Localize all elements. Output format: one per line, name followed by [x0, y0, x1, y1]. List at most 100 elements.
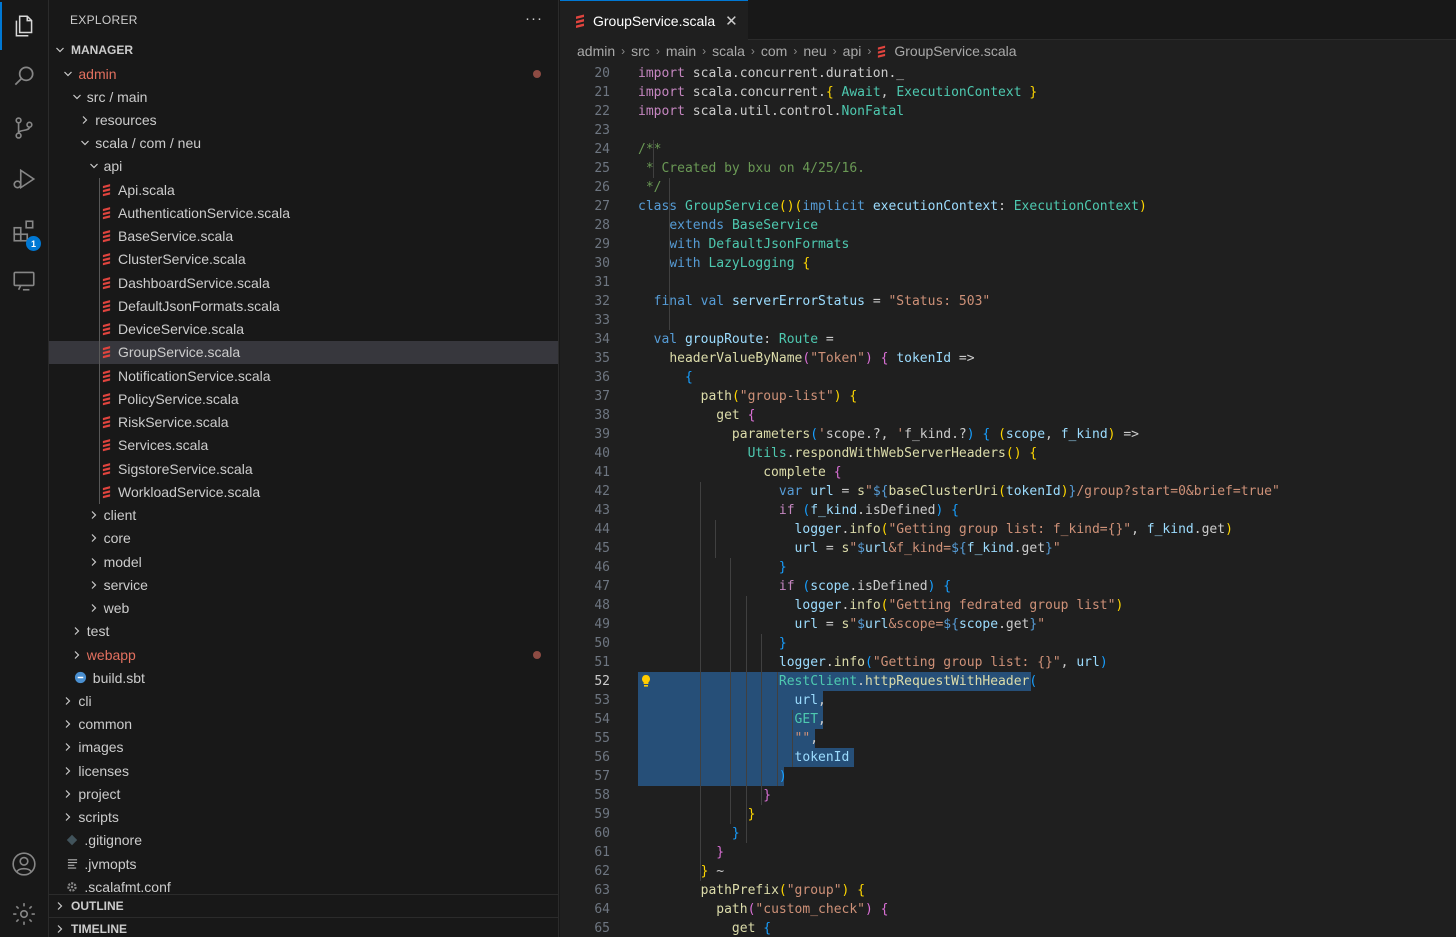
- code-text: }: [778, 560, 787, 575]
- code-editor[interactable]: 20 import scala.concurrent.duration._ 21 im…: [560, 64, 1456, 937]
- code-line: 28 extends BaseService: [560, 216, 1456, 235]
- file-baseservice-scala[interactable]: BaseService.scala: [49, 225, 558, 248]
- folder-api[interactable]: api: [49, 155, 558, 178]
- git-file-icon: [65, 834, 79, 846]
- folder-web[interactable]: web: [49, 597, 558, 620]
- file-policyservice-scala[interactable]: PolicyService.scala: [49, 387, 558, 410]
- folder-client[interactable]: client: [49, 504, 558, 527]
- code-text: */: [638, 180, 662, 195]
- file-authenticationservice-scala[interactable]: AuthenticationService.scala: [49, 201, 558, 224]
- config-file-icon: [65, 881, 79, 893]
- account-icon[interactable]: [0, 840, 48, 888]
- file-dashboardservice-scala[interactable]: DashboardService.scala: [49, 271, 558, 294]
- manage-gear-icon[interactable]: [0, 890, 48, 937]
- scala-file-icon: [99, 392, 113, 406]
- run-debug-icon[interactable]: [0, 155, 48, 203]
- activity-bar: 1: [0, 0, 49, 937]
- file-defaultjsonformats-scala[interactable]: DefaultJsonFormats.scala: [49, 294, 558, 317]
- folder-scripts[interactable]: scripts: [49, 806, 558, 829]
- indent-guide: [776, 672, 778, 786]
- folder-model[interactable]: model: [49, 550, 558, 573]
- code-line: 38 get {: [560, 406, 1456, 425]
- breadcrumb-item[interactable]: com: [761, 43, 787, 59]
- code-line: 37 path("group-list") {: [560, 387, 1456, 406]
- breadcrumb-item[interactable]: neu: [803, 43, 826, 59]
- file-riskservice-scala[interactable]: RiskService.scala: [49, 411, 558, 434]
- folder-cli[interactable]: cli: [49, 689, 558, 712]
- code-line: 63 pathPrefix("group") {: [560, 881, 1456, 900]
- extensions-icon[interactable]: 1: [0, 207, 48, 255]
- folder-admin[interactable]: admin: [49, 62, 558, 85]
- code-line: 45 url = s"$url&f_kind=${f_kind.get}": [560, 539, 1456, 558]
- file-deviceservice-scala[interactable]: DeviceService.scala: [49, 318, 558, 341]
- folder-service[interactable]: service: [49, 573, 558, 596]
- code-text: path("custom_check") {: [716, 902, 889, 917]
- line-number: 31: [594, 275, 610, 290]
- code-text: logger.info("Getting group list: {}", ur…: [778, 655, 1108, 670]
- tab-bar: GroupService.scala ✕: [560, 0, 1456, 40]
- chevron-right-icon: ›: [702, 44, 707, 58]
- source-control-icon[interactable]: [0, 104, 48, 152]
- code-text: complete {: [763, 465, 842, 480]
- indent-guide: [745, 596, 747, 843]
- tree-item-label: cli: [78, 692, 92, 709]
- chevron-down-icon: [53, 45, 67, 55]
- line-number: 27: [594, 199, 610, 214]
- lightbulb-icon[interactable]: [640, 674, 652, 688]
- chevron-right-icon: [70, 650, 84, 660]
- outline-section[interactable]: OUTLINE: [49, 894, 558, 916]
- file-workloadservice-scala[interactable]: WorkloadService.scala: [49, 480, 558, 503]
- code-line: 58 }: [560, 786, 1456, 805]
- tree-item-label: resources: [95, 111, 157, 128]
- explorer-root-section[interactable]: MANAGER: [49, 39, 558, 61]
- remote-explorer-icon[interactable]: [0, 256, 48, 304]
- search-icon[interactable]: [0, 52, 48, 100]
- line-number: 23: [594, 123, 610, 138]
- timeline-section[interactable]: TIMELINE: [49, 917, 558, 937]
- line-number: 59: [594, 807, 610, 822]
- folder-resources[interactable]: resources: [49, 108, 558, 131]
- code-line: 29 with DefaultJsonFormats: [560, 235, 1456, 254]
- breadcrumb-item[interactable]: src: [631, 43, 650, 59]
- line-number: 47: [594, 579, 610, 594]
- folder-project[interactable]: project: [49, 782, 558, 805]
- explorer-icon[interactable]: [0, 2, 48, 50]
- folder-common[interactable]: common: [49, 713, 558, 736]
- folder-webapp[interactable]: webapp: [49, 643, 558, 666]
- breadcrumb-item[interactable]: main: [666, 43, 696, 59]
- file-groupservice-scala[interactable]: GroupService.scala: [49, 340, 558, 364]
- tree-item-label: SigstoreService.scala: [118, 460, 253, 477]
- breadcrumb-item[interactable]: scala: [712, 43, 745, 59]
- close-icon[interactable]: ✕: [725, 12, 738, 30]
- folder-core[interactable]: core: [49, 527, 558, 550]
- tree-item-label: RiskService.scala: [118, 414, 229, 431]
- breadcrumb-item[interactable]: GroupService.scala: [894, 43, 1016, 59]
- code-line: 56 tokenId: [560, 748, 1456, 767]
- code-line: 42 var url = s"${baseClusterUri(tokenId)…: [560, 482, 1456, 501]
- folder-images[interactable]: images: [49, 736, 558, 759]
- file-build-sbt[interactable]: build.sbt: [49, 666, 558, 689]
- code-line: 59 }: [560, 805, 1456, 824]
- code-line: 61 }: [560, 843, 1456, 862]
- file-jvmopts[interactable]: .jvmopts: [49, 852, 558, 875]
- breadcrumb-item[interactable]: admin: [577, 43, 615, 59]
- folder-scala-com-neu[interactable]: scala / com / neu: [49, 132, 558, 155]
- line-number: 62: [594, 864, 610, 879]
- folder-test[interactable]: test: [49, 620, 558, 643]
- more-actions-icon[interactable]: ···: [525, 10, 543, 27]
- file-services-scala[interactable]: Services.scala: [49, 434, 558, 457]
- breadcrumb-item[interactable]: api: [843, 43, 862, 59]
- folder-licenses[interactable]: licenses: [49, 759, 558, 782]
- tree-item-label: project: [78, 785, 121, 802]
- folder-src-main[interactable]: src / main: [49, 85, 558, 108]
- file-clusterservice-scala[interactable]: ClusterService.scala: [49, 248, 558, 271]
- tree-item-label: scala / com / neu: [95, 135, 202, 152]
- file-sigstoreservice-scala[interactable]: SigstoreService.scala: [49, 457, 558, 480]
- code-text: logger.info("Getting fedrated group list…: [794, 598, 1124, 613]
- file-gitignore[interactable]: .gitignore: [49, 829, 558, 852]
- line-number: 51: [594, 655, 610, 670]
- file-api-scala[interactable]: Api.scala: [49, 178, 558, 201]
- tab-groupservice[interactable]: GroupService.scala ✕: [560, 0, 748, 40]
- file-notificationservice-scala[interactable]: NotificationService.scala: [49, 364, 558, 387]
- indent-guide: [792, 710, 793, 767]
